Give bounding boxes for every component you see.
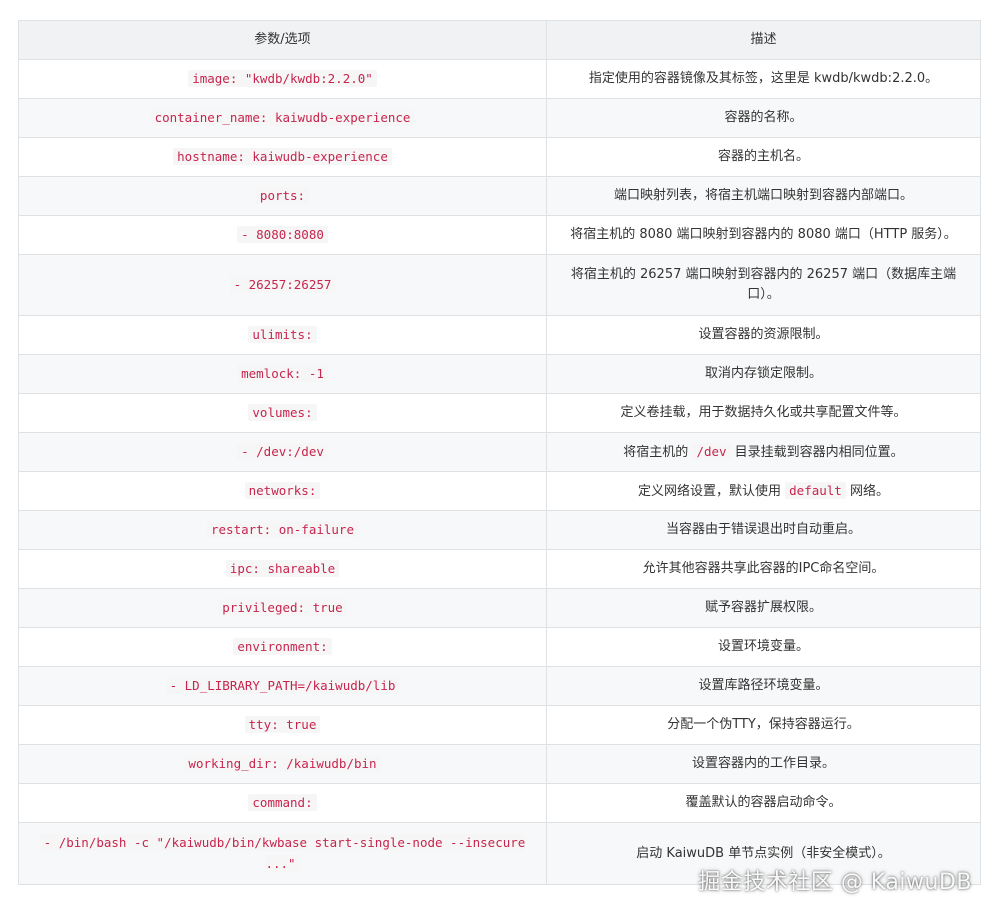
table-row: ports: 端口映射列表，将宿主机端口映射到容器内部端口。 bbox=[18, 176, 981, 216]
header-param: 参数/选项 bbox=[18, 20, 547, 60]
desc-cell: 当容器由于错误退出时自动重启。 bbox=[546, 510, 981, 550]
table-row: ipc: shareable 允许其他容器共享此容器的IPC命名空间。 bbox=[18, 549, 981, 589]
table-header-row: 参数/选项 描述 bbox=[18, 20, 981, 60]
desc-code: /dev bbox=[692, 442, 731, 460]
param-code: - /dev:/dev bbox=[237, 442, 328, 460]
desc-cell: 设置容器内的工作目录。 bbox=[546, 744, 981, 784]
table-row: ulimits: 设置容器的资源限制。 bbox=[18, 315, 981, 355]
desc-cell: 定义卷挂载，用于数据持久化或共享配置文件等。 bbox=[546, 393, 981, 433]
param-cell: - /dev:/dev bbox=[18, 432, 547, 472]
table-row: hostname: kaiwudb-experience 容器的主机名。 bbox=[18, 137, 981, 177]
desc-text: 定义网络设置，默认使用 bbox=[638, 483, 786, 499]
param-cell: networks: bbox=[18, 471, 547, 511]
param-code: ports: bbox=[255, 186, 310, 204]
param-code: image: "kwdb/kwdb:2.2.0" bbox=[188, 69, 377, 87]
desc-text: 网络。 bbox=[845, 483, 889, 499]
param-code: - /bin/bash -c "/kaiwudb/bin/kwbase star… bbox=[39, 833, 526, 872]
param-cell: - LD_LIBRARY_PATH=/kaiwudb/lib bbox=[18, 666, 547, 706]
param-cell: ulimits: bbox=[18, 315, 547, 355]
param-code: working_dir: /kaiwudb/bin bbox=[184, 754, 381, 772]
param-code: volumes: bbox=[248, 403, 317, 421]
param-cell: hostname: kaiwudb-experience bbox=[18, 137, 547, 177]
param-cell: ipc: shareable bbox=[18, 549, 547, 589]
desc-cell: 允许其他容器共享此容器的IPC命名空间。 bbox=[546, 549, 981, 589]
param-cell: image: "kwdb/kwdb:2.2.0" bbox=[18, 59, 547, 99]
table-row: - /dev:/dev 将宿主机的 /dev 目录挂载到容器内相同位置。 bbox=[18, 432, 981, 472]
param-code: hostname: kaiwudb-experience bbox=[173, 147, 392, 165]
param-cell: restart: on-failure bbox=[18, 510, 547, 550]
desc-cell: 容器的名称。 bbox=[546, 98, 981, 138]
param-cell: command: bbox=[18, 783, 547, 823]
table-row: working_dir: /kaiwudb/bin 设置容器内的工作目录。 bbox=[18, 744, 981, 784]
desc-cell: 将宿主机的 8080 端口映射到容器内的 8080 端口（HTTP 服务）。 bbox=[546, 215, 981, 255]
table-row: environment: 设置环境变量。 bbox=[18, 627, 981, 667]
table-row: restart: on-failure 当容器由于错误退出时自动重启。 bbox=[18, 510, 981, 550]
table-row: - 8080:8080 将宿主机的 8080 端口映射到容器内的 8080 端口… bbox=[18, 215, 981, 255]
desc-cell: 端口映射列表，将宿主机端口映射到容器内部端口。 bbox=[546, 176, 981, 216]
param-cell: memlock: -1 bbox=[18, 354, 547, 394]
desc-cell: 将宿主机的 /dev 目录挂载到容器内相同位置。 bbox=[546, 432, 981, 472]
desc-cell: 取消内存锁定限制。 bbox=[546, 354, 981, 394]
table-row: tty: true 分配一个伪TTY，保持容器运行。 bbox=[18, 705, 981, 745]
table-row: privileged: true 赋予容器扩展权限。 bbox=[18, 588, 981, 628]
param-code: - LD_LIBRARY_PATH=/kaiwudb/lib bbox=[165, 676, 400, 694]
param-cell: working_dir: /kaiwudb/bin bbox=[18, 744, 547, 784]
param-code: ulimits: bbox=[248, 325, 317, 343]
table-row: image: "kwdb/kwdb:2.2.0" 指定使用的容器镜像及其标签，这… bbox=[18, 59, 981, 99]
desc-cell: 赋予容器扩展权限。 bbox=[546, 588, 981, 628]
table-row: - 26257:26257 将宿主机的 26257 端口映射到容器内的 2625… bbox=[18, 254, 981, 316]
param-cell: volumes: bbox=[18, 393, 547, 433]
param-code: privileged: true bbox=[218, 598, 347, 616]
desc-text: 将宿主机的 bbox=[623, 444, 693, 460]
page: 参数/选项 描述 image: "kwdb/kwdb:2.2.0" 指定使用的容… bbox=[0, 0, 998, 916]
desc-cell: 分配一个伪TTY，保持容器运行。 bbox=[546, 705, 981, 745]
desc-cell: 将宿主机的 26257 端口映射到容器内的 26257 端口（数据库主端口）。 bbox=[546, 254, 981, 316]
config-table: 参数/选项 描述 image: "kwdb/kwdb:2.2.0" 指定使用的容… bbox=[18, 20, 981, 885]
watermark: 掘金技术社区 @ KaiwuDB bbox=[698, 870, 972, 895]
desc-cell: 指定使用的容器镜像及其标签，这里是 kwdb/kwdb:2.2.0。 bbox=[546, 59, 981, 99]
table-row: memlock: -1 取消内存锁定限制。 bbox=[18, 354, 981, 394]
param-code: restart: on-failure bbox=[207, 520, 358, 538]
param-cell: - 8080:8080 bbox=[18, 215, 547, 255]
desc-text: 目录挂载到容器内相同位置。 bbox=[730, 444, 904, 460]
param-cell: - 26257:26257 bbox=[18, 254, 547, 316]
param-cell: ports: bbox=[18, 176, 547, 216]
table-row: networks: 定义网络设置，默认使用 default 网络。 bbox=[18, 471, 981, 511]
desc-cell: 设置库路径环境变量。 bbox=[546, 666, 981, 706]
param-code: networks: bbox=[244, 481, 321, 499]
desc-cell: 设置环境变量。 bbox=[546, 627, 981, 667]
table-row: - LD_LIBRARY_PATH=/kaiwudb/lib 设置库路径环境变量… bbox=[18, 666, 981, 706]
desc-cell: 定义网络设置，默认使用 default 网络。 bbox=[546, 471, 981, 511]
desc-cell: 设置容器的资源限制。 bbox=[546, 315, 981, 355]
param-cell: - /bin/bash -c "/kaiwudb/bin/kwbase star… bbox=[18, 822, 547, 885]
param-code: - 8080:8080 bbox=[237, 225, 328, 243]
param-code: - 26257:26257 bbox=[229, 275, 336, 293]
param-cell: tty: true bbox=[18, 705, 547, 745]
param-code: ipc: shareable bbox=[225, 559, 340, 577]
param-code: command: bbox=[248, 793, 317, 811]
param-cell: environment: bbox=[18, 627, 547, 667]
table-row: container_name: kaiwudb-experience 容器的名称… bbox=[18, 98, 981, 138]
param-cell: privileged: true bbox=[18, 588, 547, 628]
header-desc: 描述 bbox=[546, 20, 981, 60]
table-row: command: 覆盖默认的容器启动命令。 bbox=[18, 783, 981, 823]
table-row: volumes: 定义卷挂载，用于数据持久化或共享配置文件等。 bbox=[18, 393, 981, 433]
desc-cell: 容器的主机名。 bbox=[546, 137, 981, 177]
desc-cell: 覆盖默认的容器启动命令。 bbox=[546, 783, 981, 823]
param-cell: container_name: kaiwudb-experience bbox=[18, 98, 547, 138]
param-code: container_name: kaiwudb-experience bbox=[150, 108, 415, 126]
param-code: environment: bbox=[233, 637, 332, 655]
param-code: memlock: -1 bbox=[237, 364, 328, 382]
desc-code: default bbox=[785, 481, 846, 499]
param-code: tty: true bbox=[244, 715, 321, 733]
